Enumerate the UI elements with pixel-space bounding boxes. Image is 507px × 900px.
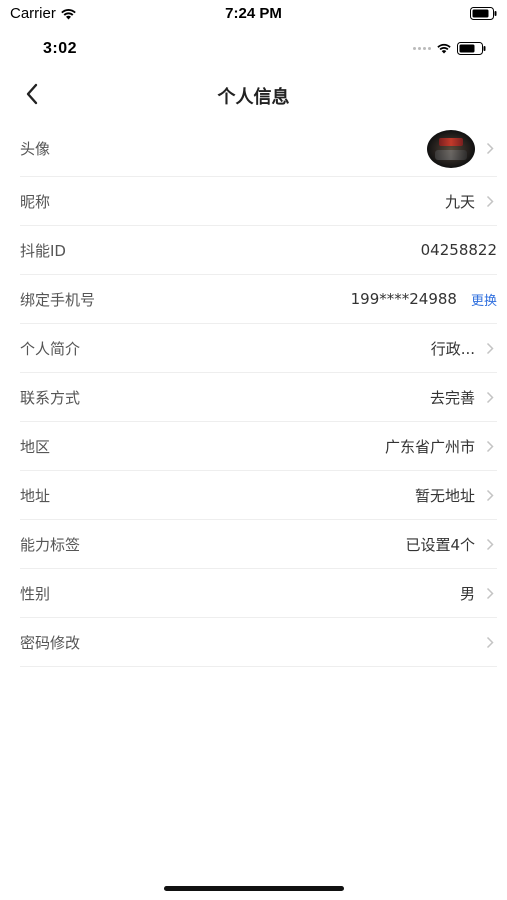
chevron-right-icon [483, 635, 497, 649]
page-title: 个人信息 [217, 87, 290, 108]
row-right: 广东省广州市 [385, 436, 497, 457]
row-value: 广东省广州市 [384, 437, 475, 456]
app-status-bar: 3:02 [0, 36, 507, 62]
chevron-right-icon [483, 439, 497, 453]
row-right: 九天 [445, 191, 497, 212]
row-nickname[interactable]: 昵称 九天 [20, 177, 497, 226]
row-address[interactable]: 地址 暂无地址 [20, 471, 497, 520]
row-value: 行政... [430, 339, 475, 358]
row-label: 性别 [20, 584, 51, 603]
row-value: 暂无地址 [414, 486, 475, 505]
row-right [427, 129, 497, 168]
row-right: 男 [460, 583, 497, 604]
row-right: 04258822 [421, 241, 497, 259]
chevron-right-icon [483, 194, 497, 208]
chevron-right-icon [483, 586, 497, 600]
app-time: 3:02 [43, 40, 78, 57]
chevron-right-icon [483, 488, 497, 502]
home-indicator[interactable] [164, 886, 344, 891]
screen: Carrier 7:24 PM 3:02 个人信息 头像 昵称 九天 抖能ID … [0, 0, 507, 900]
row-right: 199****24988 更换 [351, 290, 497, 309]
row-label: 联系方式 [20, 388, 81, 407]
chevron-right-icon [483, 341, 497, 355]
row-right: 去完善 [430, 387, 497, 408]
battery-icon [457, 42, 486, 55]
row-value: 去完善 [429, 388, 475, 407]
row-region[interactable]: 地区 广东省广州市 [20, 422, 497, 471]
row-label: 密码修改 [20, 633, 81, 652]
row-user-id: 抖能ID 04258822 [20, 226, 497, 275]
row-value: 04258822 [420, 241, 497, 259]
app-status-icons [413, 42, 487, 55]
simulator-time: 7:24 PM [225, 5, 282, 22]
row-label: 地区 [20, 437, 51, 456]
row-label: 个人简介 [20, 339, 81, 358]
row-change-password[interactable]: 密码修改 [20, 618, 497, 667]
wifi-icon [437, 43, 451, 54]
row-value: 男 [459, 584, 475, 603]
row-label: 绑定手机号 [20, 290, 96, 309]
row-label: 头像 [20, 140, 51, 158]
battery-icon [470, 7, 497, 20]
row-right [475, 635, 497, 649]
row-avatar[interactable]: 头像 [20, 121, 497, 177]
row-value: 九天 [444, 192, 475, 211]
row-value: 已设置4个 [405, 535, 475, 554]
row-label: 昵称 [20, 192, 51, 211]
row-skill-tags[interactable]: 能力标签 已设置4个 [20, 520, 497, 569]
row-label: 抖能ID [20, 241, 66, 260]
row-right: 已设置4个 [405, 534, 497, 555]
chevron-right-icon [483, 390, 497, 404]
row-gender[interactable]: 性别 男 [20, 569, 497, 618]
row-contact[interactable]: 联系方式 去完善 [20, 373, 497, 422]
row-right: 行政... [431, 338, 497, 359]
row-phone: 绑定手机号 199****24988 更换 [20, 275, 497, 324]
avatar [427, 129, 475, 168]
row-value: 199****24988 [350, 290, 457, 308]
row-bio[interactable]: 个人简介 行政... [20, 324, 497, 373]
signal-icon [413, 47, 431, 50]
simulator-status-bar: Carrier 7:24 PM [0, 0, 507, 28]
row-right: 暂无地址 [415, 485, 497, 506]
chevron-right-icon [483, 142, 497, 156]
navigation-bar: 个人信息 [0, 70, 507, 118]
change-phone-link[interactable]: 更换 [471, 290, 497, 309]
profile-info-list: 头像 昵称 九天 抖能ID 04258822 绑定手机号 199****2498… [0, 121, 507, 667]
row-label: 地址 [20, 486, 51, 505]
chevron-right-icon [483, 537, 497, 551]
row-label: 能力标签 [20, 535, 81, 554]
